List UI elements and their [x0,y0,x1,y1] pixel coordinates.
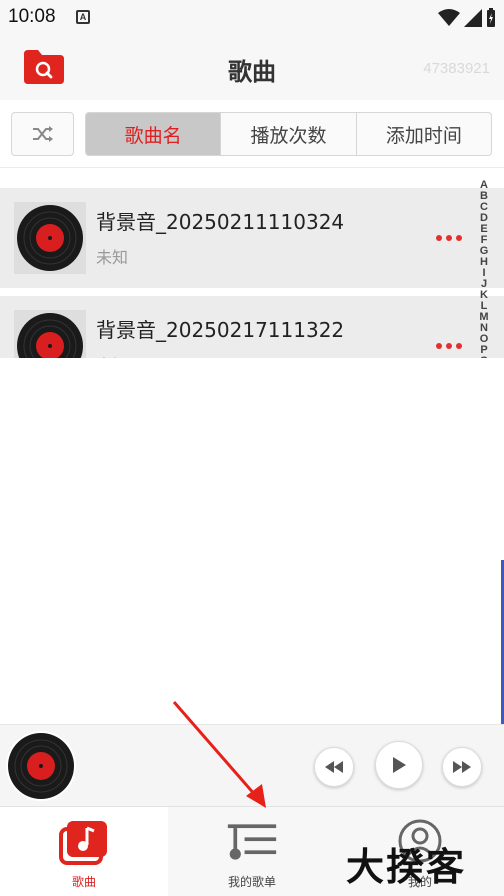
previous-button[interactable] [314,747,354,787]
album-art-icon [14,310,86,358]
user-id: 47383921 [423,60,490,77]
song-title: 背景音_20250211110324 [96,210,345,234]
song-artist: 未知 [96,248,129,267]
sort-tab-added-time[interactable]: 添加时间 [355,113,491,155]
alphabet-index[interactable]: ABCDEFGHIJKLMNOPQRSTUVW [474,180,494,358]
song-title: 背景音_20250217111322 [96,318,345,342]
status-time: 10:08 [8,6,56,27]
album-art-icon [14,202,86,274]
next-button[interactable] [442,747,482,787]
song-artist: 未知 [96,352,128,358]
status-icons [438,8,496,28]
more-options-icon[interactable] [436,336,466,356]
nav-label: 歌曲 [71,875,96,889]
nav-songs[interactable]: 歌曲 [0,807,168,896]
alpha-index-letter[interactable]: Q [480,356,489,359]
song-list: 背景音_20250211110324 未知 背景音_20250217111322… [0,188,504,358]
status-bar: 10:08 A [0,0,504,36]
nav-my-playlists[interactable]: 我的歌单 [168,807,336,896]
mini-player [0,724,504,808]
fast-forward-icon [453,761,471,773]
song-row[interactable]: 背景音_20250211110324 未知 [0,188,504,288]
battery-icon [487,8,495,27]
sort-tabs: 歌曲名 播放次数 添加时间 [85,112,492,156]
now-playing-disc-icon[interactable] [6,731,76,801]
playlist-icon [226,819,278,865]
notification-icon: A [76,10,90,24]
sort-tab-play-count[interactable]: 播放次数 [220,113,355,155]
shuffle-button[interactable] [11,112,74,156]
watermark: 大揆客 [346,844,467,889]
app-header: 歌曲 47383921 [0,36,504,100]
song-row[interactable]: 背景音_20250217111322 未知 [0,296,504,358]
play-icon [393,757,406,773]
music-note-icon [58,819,110,865]
wifi-icon [438,9,460,26]
sort-bar: 歌曲名 播放次数 添加时间 [0,100,504,168]
play-button[interactable] [375,741,423,789]
signal-icon [464,9,482,27]
shuffle-icon [32,126,53,142]
more-options-icon[interactable] [436,228,466,248]
rewind-icon [325,761,343,773]
nav-label: 我的歌单 [227,875,276,889]
sort-tab-song-name[interactable]: 歌曲名 [86,113,221,155]
